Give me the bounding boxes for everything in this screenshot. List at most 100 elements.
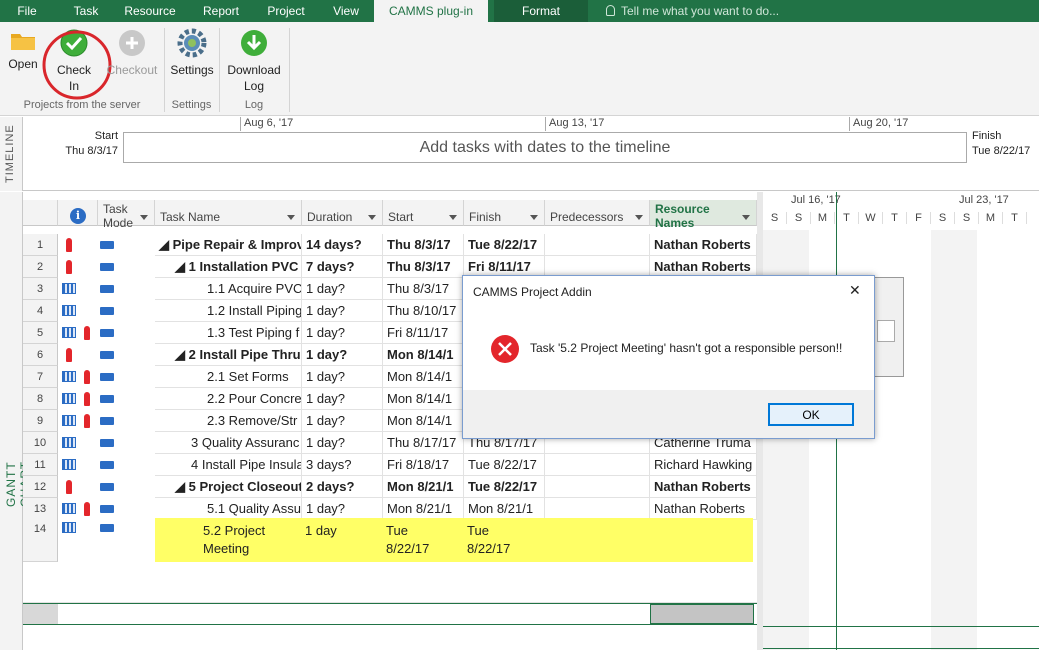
duration-cell[interactable]: 1 day? <box>302 498 383 520</box>
column-header-resource-names[interactable]: Resource Names <box>650 200 757 230</box>
finish-cell[interactable]: Tue 8/22/17 <box>464 476 545 498</box>
start-cell[interactable]: Mon 8/21/1 <box>383 476 464 498</box>
table-row[interactable]: 13 5.1 Quality Assu 1 day? Mon 8/21/1 Mon 8/… <box>0 498 757 520</box>
day-label: S <box>787 212 811 224</box>
group-separator <box>289 28 290 112</box>
start-cell[interactable]: Fri 8/18/17 <box>383 454 464 476</box>
duration-cell[interactable]: 7 days? <box>302 256 383 278</box>
column-header-start[interactable]: Start <box>383 200 464 226</box>
column-header-predecessors[interactable]: Predecessors <box>545 200 650 226</box>
manual-schedule-icon <box>100 461 114 469</box>
table-row[interactable]: 1 ◢ Pipe Repair & Improv 14 days? Thu 8/3/1… <box>0 234 757 256</box>
duration-cell[interactable]: 2 days? <box>302 476 383 498</box>
start-cell[interactable]: Mon 8/14/1 <box>383 388 464 410</box>
task-name-cell[interactable]: 1.2 Install Piping <box>155 300 302 322</box>
task-name-cell[interactable]: 2.3 Remove/Str <box>155 410 302 432</box>
tab-report[interactable]: Report <box>194 0 248 22</box>
select-all-corner[interactable] <box>23 200 58 226</box>
task-name-cell[interactable]: 5.1 Quality Assu <box>155 498 302 520</box>
dialog-title: CAMMS Project Addin <box>473 285 592 299</box>
open-button[interactable]: Open <box>4 26 42 72</box>
predecessors-cell[interactable] <box>545 476 650 498</box>
start-cell[interactable]: Thu 8/10/17 <box>383 300 464 322</box>
checkout-button[interactable]: Checkout <box>104 26 160 78</box>
start-cell[interactable]: Thu 8/3/17 <box>383 278 464 300</box>
column-header-indicators[interactable]: i <box>58 200 98 226</box>
task-name-cell[interactable]: 1.3 Test Piping f <box>155 322 302 344</box>
start-cell[interactable]: Mon 8/14/1 <box>383 410 464 432</box>
start-cell[interactable]: Mon 8/21/1 <box>383 498 464 520</box>
timeline-bar[interactable]: Add tasks with dates to the timeline <box>123 132 967 163</box>
table-row[interactable]: 11 4 Install Pipe Insula 3 days? Fri 8/18/1… <box>0 454 757 476</box>
row-number: 1 <box>23 234 58 256</box>
empty-row[interactable] <box>23 562 757 603</box>
column-header-task-mode[interactable]: Task Mode <box>98 200 155 230</box>
tab-task[interactable]: Task <box>64 0 108 22</box>
task-name-cell[interactable]: ◢ 5 Project Closeout <box>155 476 302 498</box>
person-icon <box>84 502 90 516</box>
annotation-circle <box>42 30 112 100</box>
task-name-cell[interactable]: 3 Quality Assuranc <box>155 432 302 454</box>
predecessors-cell[interactable] <box>545 454 650 476</box>
download-log-button[interactable]: Download Log <box>224 26 284 94</box>
finish-cell[interactable]: Tue 8/22/17 <box>467 522 510 558</box>
finish-cell[interactable]: Tue 8/22/17 <box>464 454 545 476</box>
start-cell[interactable]: Thu 8/17/17 <box>383 432 464 454</box>
duration-cell[interactable]: 1 day? <box>302 432 383 454</box>
task-name-cell[interactable]: ◢ 2 Install Pipe Thru <box>155 344 302 366</box>
duration-cell[interactable]: 1 day? <box>302 300 383 322</box>
start-cell[interactable]: Fri 8/11/17 <box>383 322 464 344</box>
resource-names-cell[interactable]: Nathan Roberts <box>650 498 757 520</box>
task-name-cell[interactable]: ◢ Pipe Repair & Improv <box>155 234 302 256</box>
duration-cell[interactable]: 1 day? <box>302 322 383 344</box>
tab-resource[interactable]: Resource <box>118 0 182 22</box>
resource-names-cell[interactable]: Richard Hawking <box>650 454 757 476</box>
duration-cell[interactable]: 1 day? <box>302 410 383 432</box>
day-label: S <box>955 212 979 224</box>
start-cell[interactable]: Mon 8/14/1 <box>383 344 464 366</box>
predecessors-cell[interactable] <box>545 498 650 520</box>
resource-names-cell[interactable]: Nathan Roberts <box>650 476 757 498</box>
task-name-cell[interactable]: 1.1 Acquire PVC <box>155 278 302 300</box>
finish-cell[interactable]: Mon 8/21/1 <box>464 498 545 520</box>
start-cell[interactable]: Mon 8/14/1 <box>383 366 464 388</box>
tab-project[interactable]: Project <box>258 0 314 22</box>
close-icon[interactable]: ✕ <box>849 282 861 299</box>
column-header-duration[interactable]: Duration <box>302 200 383 226</box>
start-cell[interactable]: Thu 8/3/17 <box>383 256 464 278</box>
duration-cell[interactable]: 1 day? <box>302 344 383 366</box>
day-label: S <box>763 212 787 224</box>
start-cell[interactable]: Thu 8/3/17 <box>383 234 464 256</box>
table-row[interactable]: 12 ◢ 5 Project Closeout 2 days? Mon 8/21/1 T… <box>0 476 757 498</box>
predecessors-cell[interactable] <box>545 234 650 256</box>
task-name-cell[interactable]: ◢ 1 Installation PVC <box>155 256 302 278</box>
tab-format[interactable]: Format <box>494 0 588 22</box>
tab-view[interactable]: View <box>324 0 368 22</box>
table-row[interactable]: 14 5.2 Project Meeting 1 day Tue 8/22/17 T… <box>23 518 757 562</box>
start-cell[interactable]: Tue 8/22/17 <box>386 522 429 558</box>
duration-cell[interactable]: 1 day? <box>302 366 383 388</box>
tab-camms-plugin[interactable]: CAMMS plug-in <box>374 0 488 22</box>
manual-schedule-icon <box>100 395 114 403</box>
manual-schedule-icon <box>100 483 114 491</box>
duration-cell[interactable]: 1 day? <box>302 388 383 410</box>
duration-cell[interactable]: 3 days? <box>302 454 383 476</box>
settings-button[interactable]: Settings <box>168 26 216 78</box>
task-name-cell[interactable]: 4 Install Pipe Insula <box>155 454 302 476</box>
duration-cell[interactable]: 1 day? <box>302 278 383 300</box>
task-name-cell[interactable]: 5.2 Project Meeting <box>203 522 265 558</box>
resource-names-cell[interactable]: Nathan Roberts <box>650 234 757 256</box>
lightbulb-icon <box>606 5 615 16</box>
task-name-cell[interactable]: 2.1 Set Forms <box>155 366 302 388</box>
task-name-cell[interactable]: 2.2 Pour Concre <box>155 388 302 410</box>
empty-row-selected[interactable] <box>23 603 757 625</box>
tab-file[interactable]: File <box>6 0 48 22</box>
duration-cell[interactable]: 1 day <box>305 522 337 540</box>
tell-me-box[interactable]: Tell me what you want to do... <box>606 0 779 22</box>
ok-button[interactable]: OK <box>768 403 854 426</box>
column-header-task-name[interactable]: Task Name <box>155 200 302 226</box>
finish-cell[interactable]: Tue 8/22/17 <box>464 234 545 256</box>
duration-cell[interactable]: 14 days? <box>302 234 383 256</box>
gear-icon <box>177 28 207 58</box>
column-header-finish[interactable]: Finish <box>464 200 545 226</box>
